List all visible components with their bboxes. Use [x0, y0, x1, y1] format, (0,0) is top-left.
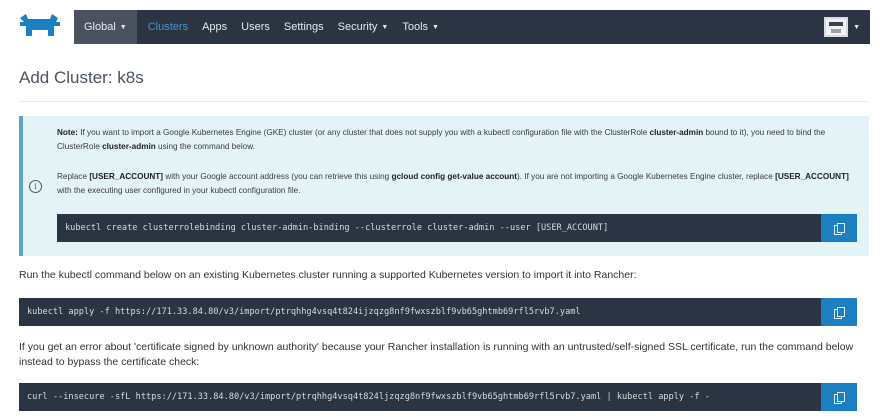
top-navbar: Global ▼ Clusters Apps Users Settings Se… [74, 10, 870, 44]
note-text: Replace [57, 172, 90, 181]
insecure-command[interactable]: curl --insecure -sfL https://171.33.84.8… [19, 392, 821, 402]
note-text: with the executing user configured in yo… [57, 186, 301, 195]
copy-icon [834, 306, 845, 319]
copy-icon [834, 391, 845, 404]
insecure-command-box: curl --insecure -sfL https://171.33.84.8… [19, 383, 857, 411]
page-title: Add Cluster: k8s [19, 68, 144, 87]
insecure-instruction: If you get an error about 'certificate s… [19, 341, 854, 368]
clusterrolebinding-command-box: kubectl create clusterrolebinding cluste… [57, 214, 857, 242]
clusterrolebinding-command[interactable]: kubectl create clusterrolebinding cluste… [57, 223, 821, 233]
note-token: [USER_ACCOUNT] [89, 172, 164, 181]
nav-settings[interactable]: Settings [277, 10, 331, 44]
note-paragraph-1: Note: If you want to import a Google Kub… [57, 126, 865, 154]
nav-tools-dropdown[interactable]: Tools ▼ [395, 10, 446, 44]
copy-button[interactable] [821, 383, 857, 411]
nav-tools-label: Tools [402, 21, 429, 33]
note-cmd: gcloud config get-value account [391, 172, 518, 181]
import-command-box: kubectl apply -f https://171.33.84.80/v3… [19, 298, 857, 326]
user-avatar-icon [824, 17, 849, 37]
rancher-logo-icon[interactable] [16, 12, 62, 42]
note-text: If you want to import a Google Kubernete… [77, 128, 650, 137]
chevron-down-icon: ▼ [432, 23, 439, 31]
note-label: Note: [57, 128, 78, 137]
title-divider [19, 101, 868, 102]
note-token: [USER_ACCOUNT] [775, 172, 849, 181]
note-role: cluster-admin [649, 128, 704, 137]
copy-button[interactable] [821, 298, 857, 326]
nav-clusters[interactable]: Clusters [141, 10, 195, 44]
note-role: cluster-admin [102, 142, 156, 151]
chevron-down-icon: ▼ [853, 23, 860, 31]
note-paragraph-2: Replace [USER_ACCOUNT] with your Google … [57, 170, 865, 198]
nav-security-label: Security [337, 21, 378, 33]
nav-users[interactable]: Users [234, 10, 277, 44]
chevron-down-icon: ▼ [119, 23, 127, 31]
user-menu[interactable]: ▼ [824, 17, 870, 37]
nav-global-label: Global [84, 21, 116, 33]
note-text: using the command below. [155, 142, 255, 151]
import-command[interactable]: kubectl apply -f https://171.33.84.80/v3… [19, 307, 821, 317]
chevron-down-icon: ▼ [381, 23, 389, 31]
note-text: ). If you are not importing a Google Kub… [517, 172, 776, 181]
copy-button[interactable] [821, 214, 857, 242]
import-instruction: Run the kubectl command below on an exis… [19, 269, 637, 281]
copy-icon [834, 222, 845, 235]
nav-apps[interactable]: Apps [195, 10, 234, 44]
note-text: with your Google account address (you ca… [163, 172, 392, 181]
nav-global-dropdown[interactable]: Global ▼ [74, 10, 137, 44]
info-icon: i [29, 180, 42, 193]
nav-security-dropdown[interactable]: Security ▼ [331, 10, 396, 44]
